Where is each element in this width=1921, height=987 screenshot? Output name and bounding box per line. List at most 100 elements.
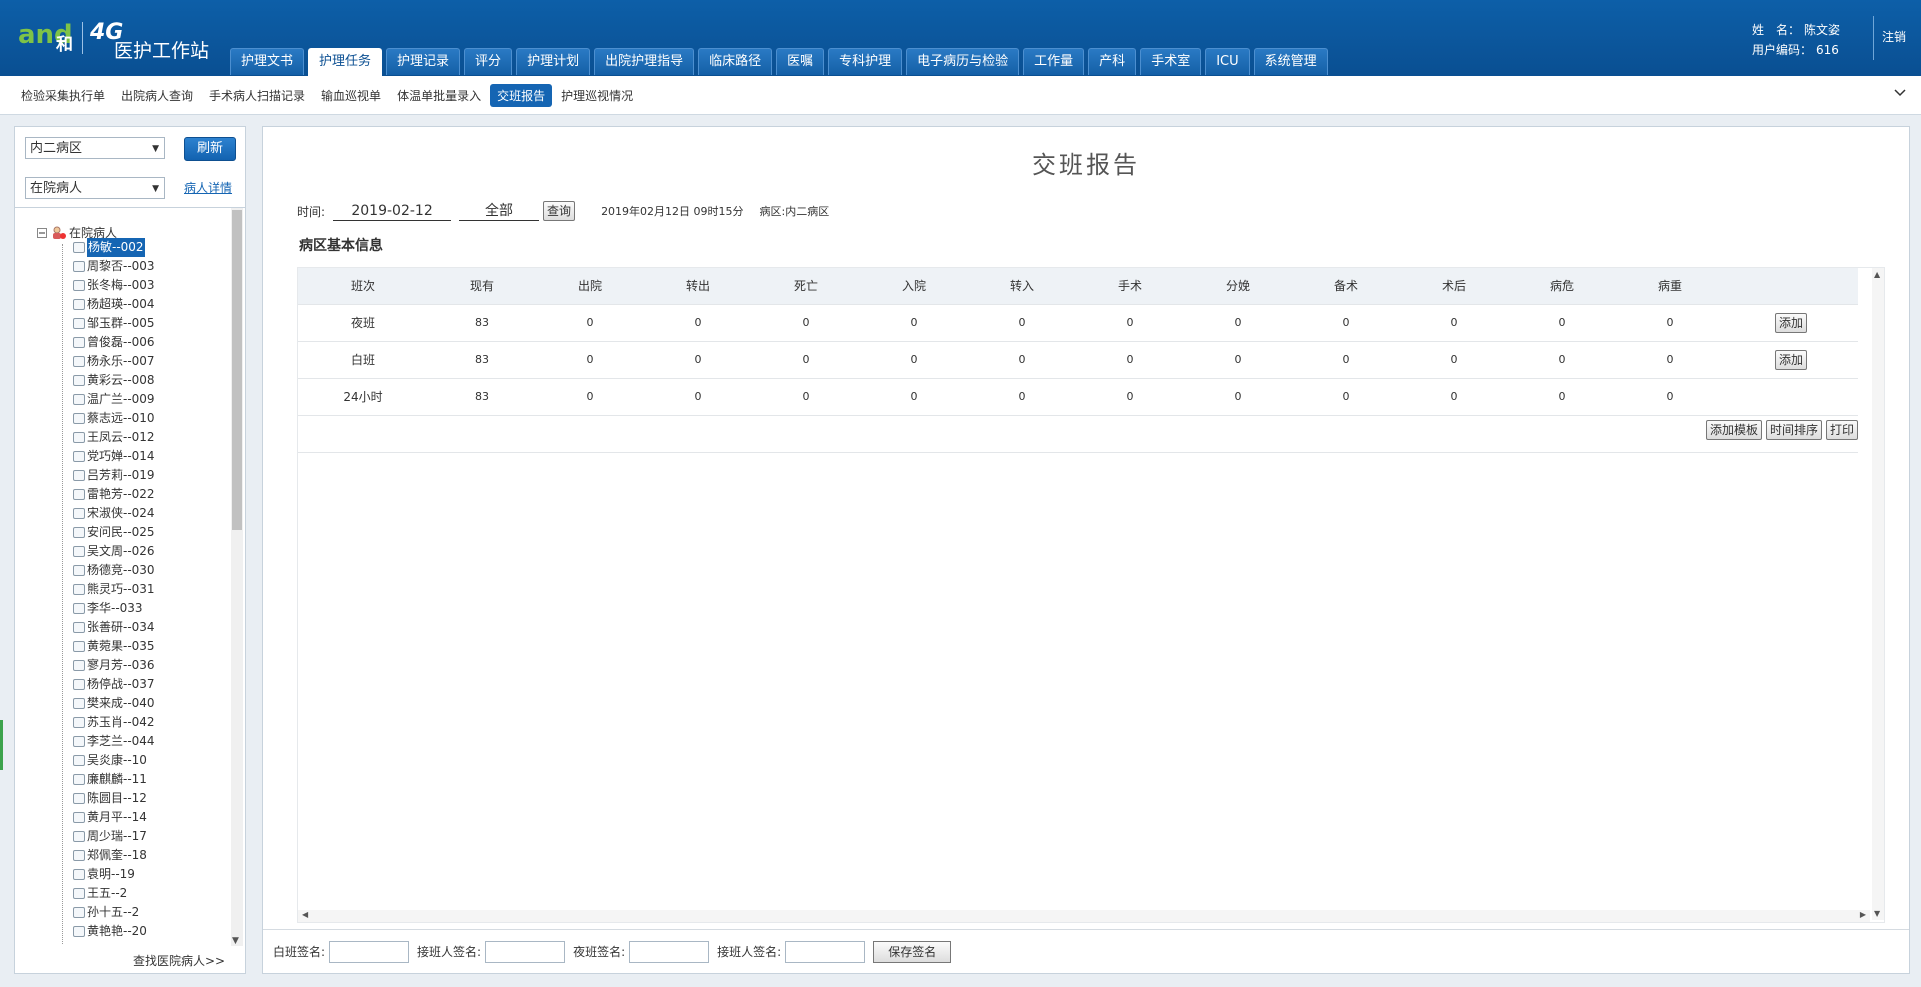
- chevron-down-icon[interactable]: [1893, 86, 1907, 100]
- sub-nav-item[interactable]: 体温单批量录入: [390, 84, 488, 107]
- time-sort-button[interactable]: 时间排序: [1765, 420, 1822, 440]
- patient-tree-item[interactable]: 熊灵巧--031: [73, 580, 193, 599]
- patient-tree-item[interactable]: 寥月芳--036: [73, 656, 193, 675]
- patient-tree-item[interactable]: 樊来成--040: [73, 694, 193, 713]
- main-tab[interactable]: 手术室: [1140, 48, 1202, 75]
- patient-label: 雷艳芳--022: [87, 487, 155, 501]
- table-divider: [298, 452, 1858, 453]
- patient-tree-item[interactable]: 杨敏--002: [73, 238, 193, 257]
- patient-tree-item[interactable]: 蔡志远--010: [73, 409, 193, 428]
- patient-tree-item[interactable]: 吕芳莉--019: [73, 466, 193, 485]
- main-tab[interactable]: 电子病历与检验: [906, 48, 1020, 75]
- refresh-button[interactable]: 刷新: [184, 137, 236, 161]
- patient-tree-item[interactable]: 温广兰--009: [73, 390, 193, 409]
- patient-tree-item[interactable]: 李华--033: [73, 599, 193, 618]
- table-horizontal-scrollbar[interactable]: ◀ ▶: [298, 910, 1870, 922]
- scroll-up-icon[interactable]: ▲: [1874, 270, 1880, 279]
- patient-tree-item[interactable]: 王凤云--012: [73, 428, 193, 447]
- tree-scrollbar-thumb[interactable]: [232, 210, 242, 530]
- patient-tree-item[interactable]: 李芝兰--044: [73, 732, 193, 751]
- patient-tree-item[interactable]: 王五--2: [73, 884, 193, 903]
- patient-tree-item[interactable]: 黄月平--14: [73, 808, 193, 827]
- patient-tree-item[interactable]: 吴炎康--10: [73, 751, 193, 770]
- patient-icon: [73, 337, 85, 348]
- patient-tree-item[interactable]: 曾俊磊--006: [73, 333, 193, 352]
- main-tab[interactable]: 护理任务: [308, 48, 383, 77]
- sub-nav-item[interactable]: 检验采集执行单: [14, 84, 112, 107]
- receiver-sign-label-2: 接班人签名:: [717, 945, 782, 959]
- patient-tree-item[interactable]: 安问民--025: [73, 523, 193, 542]
- day-sign-input[interactable]: [329, 940, 410, 963]
- patient-tree-item[interactable]: 杨永乐--007: [73, 352, 193, 371]
- query-button[interactable]: 查询: [543, 201, 576, 221]
- print-button[interactable]: 打印: [1825, 420, 1858, 440]
- receiver-sign-input[interactable]: [485, 940, 566, 963]
- sub-nav-item[interactable]: 手术病人扫描记录: [202, 84, 312, 107]
- scroll-down-icon[interactable]: ▼: [1874, 909, 1880, 918]
- shift-select[interactable]: 全部: [459, 202, 540, 221]
- patient-tree-item[interactable]: 袁明--19: [73, 865, 193, 884]
- main-tab[interactable]: 医嘱: [776, 48, 825, 75]
- patient-tree-item[interactable]: 周黎否--003: [73, 257, 193, 276]
- patient-tree-item[interactable]: 黄菀果--035: [73, 637, 193, 656]
- add-row-button[interactable]: 添加: [1774, 349, 1807, 370]
- ward-select-value: 内二病区: [30, 141, 83, 156]
- main-tab[interactable]: 工作量: [1023, 48, 1085, 75]
- main-tab[interactable]: 评分: [464, 48, 513, 75]
- patient-tree-item[interactable]: 邹玉群--005: [73, 314, 193, 333]
- sub-nav-item[interactable]: 交班报告: [490, 84, 553, 107]
- save-signature-button[interactable]: 保存签名: [873, 940, 952, 963]
- patient-tree-item[interactable]: 党巧婵--014: [73, 447, 193, 466]
- night-sign-input[interactable]: [629, 940, 710, 963]
- main-tab[interactable]: ICU: [1205, 48, 1250, 75]
- patient-tree-item[interactable]: 杨超瑛--004: [73, 295, 193, 314]
- patient-tree-item[interactable]: 宋淑侠--024: [73, 504, 193, 523]
- patient-filter-select[interactable]: 在院病人 ▼: [25, 177, 165, 199]
- sub-nav-item[interactable]: 输血巡视单: [314, 84, 388, 107]
- main-tab[interactable]: 护理文书: [230, 48, 305, 75]
- patient-tree-item[interactable]: 黄彩云--008: [73, 371, 193, 390]
- main-tab[interactable]: 护理记录: [386, 48, 461, 75]
- patient-label: 廉麒麟--11: [87, 772, 147, 786]
- collapse-toggle-icon[interactable]: [37, 227, 47, 238]
- patient-list: 杨敏--002 周黎否--003 张冬梅--003 杨超瑛--004 邹玉群--005 曾…: [73, 238, 193, 941]
- tree-scrollbar[interactable]: ▼: [231, 208, 243, 946]
- date-field[interactable]: 2019-02-12: [333, 202, 452, 221]
- patient-detail-link[interactable]: 病人详情: [184, 179, 232, 196]
- patient-tree-item[interactable]: 黄艳艳--20: [73, 922, 193, 941]
- find-hospital-patient-link[interactable]: 查找医院病人>>: [133, 952, 225, 969]
- main-tab[interactable]: 系统管理: [1253, 48, 1328, 75]
- scroll-right-icon[interactable]: ▶: [1860, 910, 1866, 919]
- add-row-button[interactable]: 添加: [1774, 312, 1807, 333]
- patient-tree-item[interactable]: 杨德竞--030: [73, 561, 193, 580]
- patient-tree-item[interactable]: 孙十五--2: [73, 903, 193, 922]
- scroll-down-icon[interactable]: ▼: [232, 936, 239, 946]
- app-title: 医护工作站: [114, 40, 210, 62]
- scroll-left-icon[interactable]: ◀: [302, 910, 308, 919]
- logout-button[interactable]: 注销: [1882, 28, 1906, 45]
- patient-tree-item[interactable]: 吴文周--026: [73, 542, 193, 561]
- main-tab[interactable]: 临床路径: [698, 48, 773, 75]
- table-vertical-scrollbar[interactable]: ▲ ▼: [1872, 268, 1884, 920]
- main-tab[interactable]: 护理计划: [516, 48, 591, 75]
- main-tab[interactable]: 产科: [1088, 48, 1137, 75]
- main-tab[interactable]: 出院护理指导: [594, 48, 695, 75]
- table-cell: 0: [1558, 353, 1566, 366]
- sub-nav-item[interactable]: 出院病人查询: [114, 84, 200, 107]
- patient-tree-item[interactable]: 陈圆目--12: [73, 789, 193, 808]
- patient-tree-item[interactable]: 雷艳芳--022: [73, 485, 193, 504]
- patient-tree-item[interactable]: 张冬梅--003: [73, 276, 193, 295]
- patient-tree-item[interactable]: 张善研--034: [73, 618, 193, 637]
- patient-tree-item[interactable]: 廉麒麟--11: [73, 770, 193, 789]
- table-cell: 0: [586, 390, 594, 403]
- ward-select[interactable]: 内二病区 ▼: [25, 137, 165, 159]
- patient-tree-item[interactable]: 苏玉肖--042: [73, 713, 193, 732]
- sub-nav-item[interactable]: 护理巡视情况: [554, 84, 640, 107]
- add-template-button[interactable]: 添加模板: [1705, 420, 1762, 440]
- main-tab[interactable]: 专科护理: [828, 48, 903, 75]
- patient-tree-item[interactable]: 郑佩奎--18: [73, 846, 193, 865]
- patient-tree-item[interactable]: 杨停战--037: [73, 675, 193, 694]
- receiver-sign-input-2[interactable]: [785, 940, 866, 963]
- ward-info: 病区:内二病区: [759, 205, 830, 218]
- patient-tree-item[interactable]: 周少瑞--17: [73, 827, 193, 846]
